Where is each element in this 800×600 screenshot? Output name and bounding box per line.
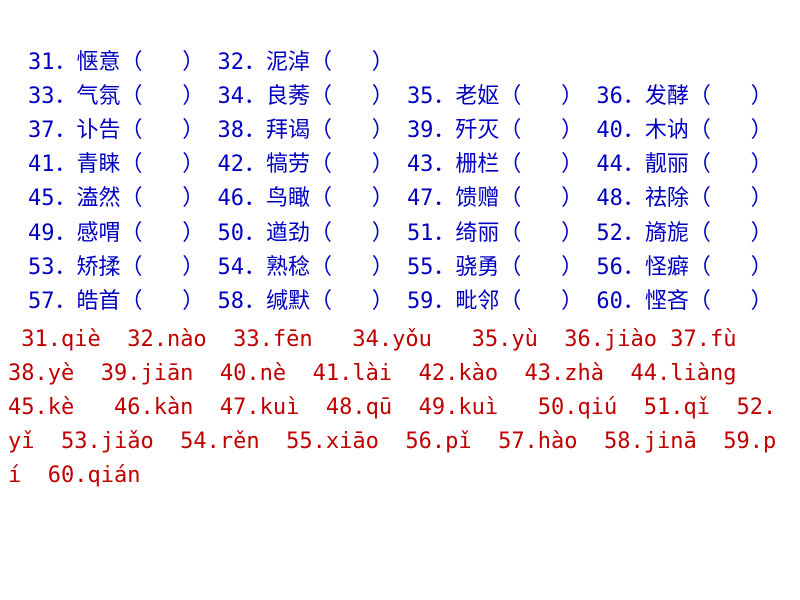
question-line-6: 49．感喟（ ） 50．遒劲（ ） 51．绮丽（ ） 52．旖旎（ ） (28, 221, 773, 246)
question-line-5: 45．溘然（ ） 46．鸟瞰（ ） 47．馈赠（ ） 48．祛除（ ） (28, 186, 773, 211)
question-line-1: 31．惬意（ ） 32．泥淖（ ） (28, 50, 394, 75)
answer-block: 31.qiè 32.nào 33.fēn 34.yǒu 35.yù 36.jià… (0, 323, 800, 493)
question-line-3: 37．讣告（ ） 38．拜谒（ ） 39．歼灭（ ） 40．木讷（ ） (28, 118, 773, 143)
question-line-8: 57．皓首（ ） 58．缄默（ ） 59．毗邻（ ） 60．悭吝（ ） (28, 289, 773, 314)
question-line-7: 53．矫揉（ ） 54．熟稔（ ） 55．骁勇（ ） 56．怪癖（ ） (28, 255, 773, 280)
question-block: 31．惬意（ ） 32．泥淖（ ） 33．气氛（ ） 34．良莠（ ） 35．老… (0, 12, 800, 319)
question-line-4: 41．青睐（ ） 42．犒劳（ ） 43．栅栏（ ） 44．靓丽（ ） (28, 152, 773, 177)
answer-text: 31.qiè 32.nào 33.fēn 34.yǒu 35.yù 36.jià… (8, 327, 789, 488)
question-line-2: 33．气氛（ ） 34．良莠（ ） 35．老妪（ ） 36．发酵（ ） (28, 84, 773, 109)
